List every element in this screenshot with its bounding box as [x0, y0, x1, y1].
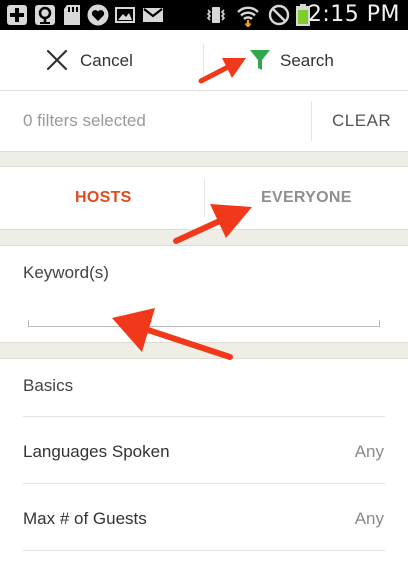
languages-spoken-label: Languages Spoken	[23, 442, 170, 461]
clock-time: 2:15 PM	[307, 2, 400, 27]
audience-tabs: HOSTS EVERYONE	[0, 167, 408, 229]
filters-selected-count: 0 filters selected	[23, 111, 146, 130]
section-separator	[0, 151, 408, 167]
search-button[interactable]: Search	[204, 30, 408, 90]
languages-spoken-row[interactable]: Languages Spoken Any	[0, 418, 408, 484]
vibrate-icon	[206, 7, 226, 23]
row-divider	[23, 416, 385, 417]
input-underline-tick	[379, 320, 380, 327]
tab-hosts-label: HOSTS	[75, 189, 132, 206]
keyword-input[interactable]	[28, 301, 380, 327]
image-icon	[115, 7, 135, 23]
filter-funnel-icon	[250, 50, 270, 70]
clear-label: CLEAR	[332, 111, 392, 130]
languages-spoken-value: Any	[354, 442, 384, 461]
section-separator	[0, 229, 408, 246]
keyword-section: Keyword(s)	[0, 246, 408, 342]
cancel-button[interactable]: Cancel	[0, 30, 203, 90]
heart-icon	[87, 4, 109, 26]
keyword-label: Keyword(s)	[23, 263, 109, 282]
status-bar: 2:15 PM	[0, 0, 408, 30]
plus-icon	[7, 5, 27, 25]
location-pin-icon	[35, 5, 55, 25]
cancel-label: Cancel	[80, 51, 133, 70]
wifi-icon	[237, 6, 259, 27]
tab-hosts[interactable]: HOSTS	[0, 167, 204, 229]
tab-everyone-label: EVERYONE	[261, 189, 352, 206]
input-underline-tick	[28, 320, 29, 327]
action-bar: Cancel Search	[0, 30, 408, 91]
tab-everyone[interactable]: EVERYONE	[205, 167, 408, 229]
max-guests-row[interactable]: Max # of Guests Any	[0, 485, 408, 551]
gmail-icon	[143, 8, 163, 22]
max-guests-value: Any	[354, 509, 384, 528]
basics-section: Basics Languages Spoken Any Max # of Gue…	[0, 359, 408, 567]
close-icon	[46, 49, 68, 71]
section-separator	[0, 342, 408, 359]
row-divider	[23, 483, 385, 484]
no-signal-icon	[268, 4, 290, 26]
sd-card-icon	[64, 5, 80, 25]
max-guests-label: Max # of Guests	[23, 509, 147, 528]
clear-button[interactable]: CLEAR	[312, 91, 408, 151]
search-label: Search	[280, 51, 334, 70]
filter-bar: 0 filters selected CLEAR	[0, 91, 408, 151]
row-divider	[23, 550, 385, 551]
basics-heading: Basics	[23, 376, 74, 395]
